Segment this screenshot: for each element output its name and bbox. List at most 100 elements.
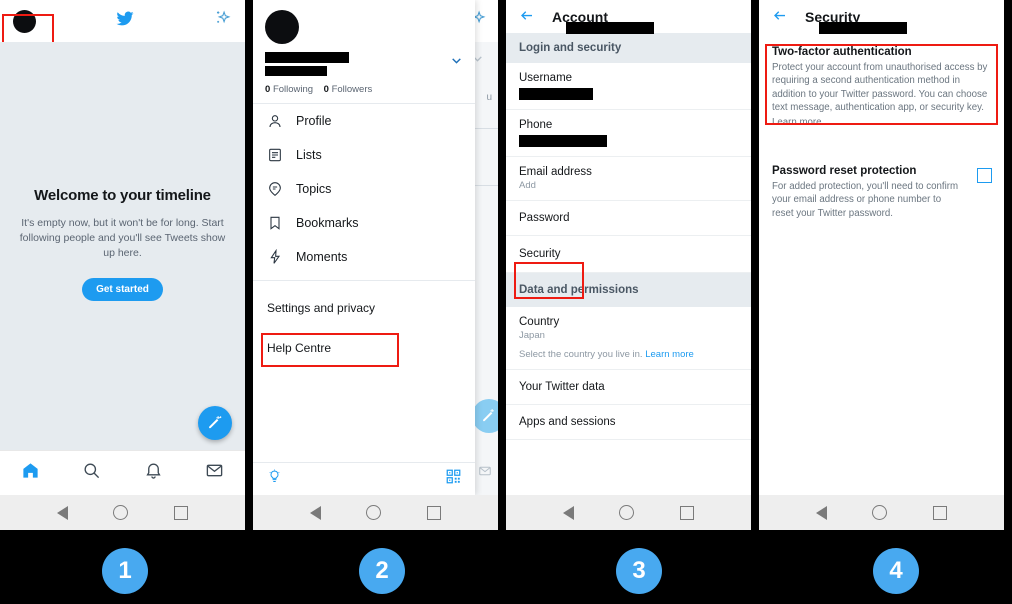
- android-recents-icon[interactable]: [680, 505, 695, 520]
- row-phone[interactable]: Phone: [506, 110, 751, 157]
- followers-label[interactable]: Followers: [332, 84, 373, 95]
- country-hint-text: Select the country you live in.: [519, 349, 643, 360]
- row-label: Country: [519, 316, 560, 328]
- get-started-button[interactable]: Get started: [82, 277, 163, 301]
- step-badge-1: 1: [102, 548, 148, 594]
- sidebar-item-label: Settings and privacy: [267, 301, 376, 315]
- row-apps-and-sessions[interactable]: Apps and sessions: [506, 405, 751, 440]
- back-arrow-icon[interactable]: [771, 8, 789, 26]
- section-header-login-and-security: Login and security: [506, 33, 751, 63]
- row-security[interactable]: Security: [506, 236, 751, 273]
- security-body: Two-factor authentication Protect your a…: [759, 33, 1004, 231]
- row-your-twitter-data[interactable]: Your Twitter data: [506, 370, 751, 405]
- tab-search[interactable]: [82, 461, 101, 485]
- username-value-redacted: [519, 88, 593, 100]
- account-handle-redacted: [566, 22, 654, 34]
- sparkle-icon[interactable]: [213, 9, 232, 33]
- followers-count: 0: [323, 84, 329, 95]
- settings-and-privacy-highlight-box: [261, 333, 399, 367]
- sidebar-item-label: Bookmarks: [296, 216, 359, 230]
- android-navbar-3: [506, 495, 751, 530]
- tab-notifications[interactable]: [144, 461, 163, 485]
- security-header: Security: [759, 0, 1004, 34]
- sidebar-item-label: Moments: [296, 250, 348, 264]
- row-password-reset-protection[interactable]: Password reset protection For added prot…: [759, 154, 1004, 231]
- row-label: Security: [519, 248, 561, 260]
- section-header-data-and-permissions: Data and permissions: [506, 273, 751, 307]
- account-switcher-chevron-icon[interactable]: [450, 54, 463, 72]
- row-title: Two-factor authentication: [772, 46, 912, 58]
- android-navbar-1: [0, 495, 245, 530]
- drawer-panel: 0 Following 0 Followers Profile Lists To…: [253, 0, 475, 495]
- phone-panel-2: u 0 Following 0 Followers Profile Lists …: [253, 0, 498, 530]
- lightning-icon: [267, 249, 283, 265]
- android-home-icon[interactable]: [872, 505, 888, 520]
- profile-stats: 0 Following 0 Followers: [265, 84, 463, 95]
- android-recents-icon[interactable]: [427, 505, 442, 520]
- android-home-icon[interactable]: [113, 505, 129, 520]
- country-hint: Select the country you live in. Learn mo…: [519, 349, 738, 360]
- panel-1-screen: Welcome to your timeline It's empty now,…: [0, 0, 245, 495]
- android-navbar-2: [253, 495, 498, 530]
- avatar[interactable]: [265, 10, 299, 44]
- android-recents-icon[interactable]: [933, 505, 948, 520]
- row-country[interactable]: Country Japan Select the country you liv…: [506, 307, 751, 370]
- row-username[interactable]: Username: [506, 63, 751, 110]
- panel-3-screen: Account Login and security Username Phon…: [506, 0, 751, 495]
- sidebar-item-label: Topics: [296, 182, 332, 196]
- android-recents-icon[interactable]: [174, 505, 189, 520]
- sidebar-item-lists[interactable]: Lists: [253, 138, 475, 172]
- dimmed-envelope-icon: [478, 464, 492, 483]
- row-password[interactable]: Password: [506, 201, 751, 236]
- sidebar-item-profile[interactable]: Profile: [253, 104, 475, 138]
- drawer-bottom-bar: [253, 462, 475, 495]
- profile-handle-redacted: [265, 66, 327, 76]
- lightbulb-icon[interactable]: [267, 469, 282, 489]
- row-two-factor-authentication[interactable]: Two-factor authentication Protect your a…: [759, 33, 1004, 140]
- sidebar-item-settings-and-privacy[interactable]: Settings and privacy: [253, 291, 475, 325]
- tab-home[interactable]: [21, 461, 40, 485]
- empty-state-body: It's empty now, but it won't be for long…: [19, 217, 226, 260]
- step-badges: 1 2 3 4: [0, 536, 1012, 604]
- android-back-icon[interactable]: [56, 505, 68, 520]
- row-label: Username: [519, 72, 573, 84]
- learn-more-link[interactable]: Learn more: [645, 349, 694, 360]
- phone-value-redacted: [519, 135, 607, 147]
- sidebar-item-topics[interactable]: Topics: [253, 172, 475, 206]
- following-label[interactable]: Following: [273, 84, 313, 95]
- qr-code-icon[interactable]: [446, 469, 461, 489]
- timeline-empty-state: Welcome to your timeline It's empty now,…: [0, 187, 245, 301]
- row-label: Apps and sessions: [519, 416, 616, 428]
- topics-icon: [267, 181, 283, 197]
- phone-panel-3: Account Login and security Username Phon…: [506, 0, 751, 530]
- phone-panel-4: Security Two-factor authentication Prote…: [759, 0, 1004, 530]
- person-icon: [267, 113, 283, 129]
- android-back-icon[interactable]: [562, 505, 574, 520]
- learn-more-link[interactable]: Learn more: [772, 116, 991, 129]
- row-label: Your Twitter data: [519, 381, 605, 393]
- android-navbar-4: [759, 495, 1004, 530]
- row-sublabel: Add: [519, 180, 536, 191]
- sidebar-item-moments[interactable]: Moments: [253, 240, 475, 274]
- drawer-profile-header: 0 Following 0 Followers: [253, 0, 475, 103]
- bottom-tabbar: [0, 450, 245, 495]
- tab-messages[interactable]: [205, 461, 224, 485]
- android-back-icon[interactable]: [309, 505, 321, 520]
- android-home-icon[interactable]: [619, 505, 635, 520]
- dimmed-text: u: [486, 92, 492, 103]
- password-reset-protection-checkbox[interactable]: [977, 167, 992, 183]
- following-count: 0: [265, 84, 271, 95]
- phone-panel-1: Welcome to your timeline It's empty now,…: [0, 0, 245, 530]
- row-email-address[interactable]: Email address Add: [506, 157, 751, 201]
- back-arrow-icon[interactable]: [518, 8, 536, 26]
- panel-2-screen: u 0 Following 0 Followers Profile Lists …: [253, 0, 498, 495]
- row-label: Password: [519, 212, 570, 224]
- android-home-icon[interactable]: [366, 505, 382, 520]
- sidebar-item-bookmarks[interactable]: Bookmarks: [253, 206, 475, 240]
- row-title: Password reset protection: [772, 164, 917, 177]
- android-back-icon[interactable]: [815, 505, 827, 520]
- row-value: Japan: [519, 330, 545, 341]
- step-badge-4: 4: [873, 548, 919, 594]
- compose-tweet-icon[interactable]: [198, 406, 232, 440]
- row-description: Protect your account from unauthorised a…: [772, 62, 988, 114]
